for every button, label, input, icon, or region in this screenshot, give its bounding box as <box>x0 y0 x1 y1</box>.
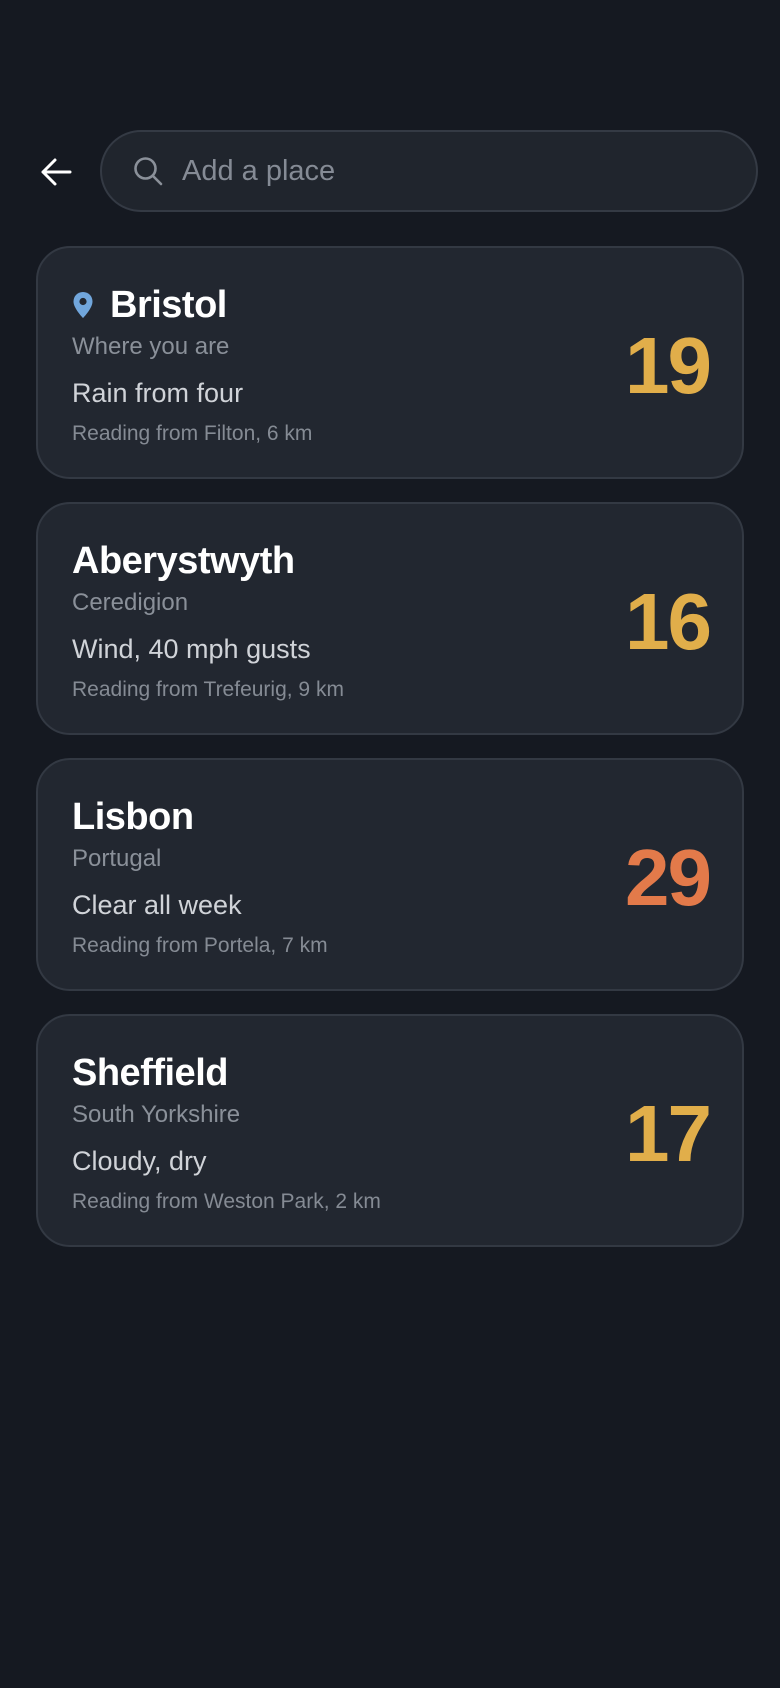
back-button[interactable] <box>30 146 82 198</box>
reading-source: Reading from Filton, 6 km <box>72 422 313 445</box>
place-title-row: Lisbon <box>72 794 194 840</box>
place-name: Aberystwyth <box>72 540 295 582</box>
place-region: Ceredigion <box>72 589 189 616</box>
temperature: 16 <box>625 577 712 666</box>
place-title-row: Sheffield <box>72 1050 228 1096</box>
weather-condition: Clear all week <box>72 890 242 920</box>
temperature: 19 <box>625 321 712 410</box>
temperature: 29 <box>625 833 712 922</box>
search-bar[interactable] <box>100 130 758 212</box>
place-name: Sheffield <box>72 1052 228 1094</box>
place-card-bristol[interactable]: Bristol Where you are Rain from four Rea… <box>36 246 744 479</box>
location-pin-icon <box>72 290 98 320</box>
temperature: 17 <box>625 1089 712 1178</box>
place-card-sheffield[interactable]: Sheffield South Yorkshire Cloudy, dry Re… <box>36 1014 744 1247</box>
reading-source: Reading from Trefeurig, 9 km <box>72 678 344 701</box>
place-name: Lisbon <box>72 796 194 838</box>
weather-condition: Cloudy, dry <box>72 1146 207 1176</box>
place-name: Bristol <box>110 284 227 326</box>
search-icon <box>132 155 164 187</box>
place-title-row: Aberystwyth <box>72 538 295 584</box>
place-region: Where you are <box>72 333 230 360</box>
place-list: Bristol Where you are Rain from four Rea… <box>36 246 744 1270</box>
search-input[interactable] <box>180 140 724 202</box>
reading-source: Reading from Weston Park, 2 km <box>72 1190 381 1213</box>
place-card-aberystwyth[interactable]: Aberystwyth Ceredigion Wind, 40 mph gust… <box>36 502 744 735</box>
arrow-left-icon <box>39 155 73 189</box>
weather-condition: Rain from four <box>72 378 244 408</box>
place-title-row: Bristol <box>72 282 227 328</box>
top-bar <box>0 130 780 214</box>
weather-condition: Wind, 40 mph gusts <box>72 634 311 664</box>
place-card-lisbon[interactable]: Lisbon Portugal Clear all week Reading f… <box>36 758 744 991</box>
reading-source: Reading from Portela, 7 km <box>72 934 328 957</box>
place-region: South Yorkshire <box>72 1101 241 1128</box>
place-region: Portugal <box>72 845 162 872</box>
